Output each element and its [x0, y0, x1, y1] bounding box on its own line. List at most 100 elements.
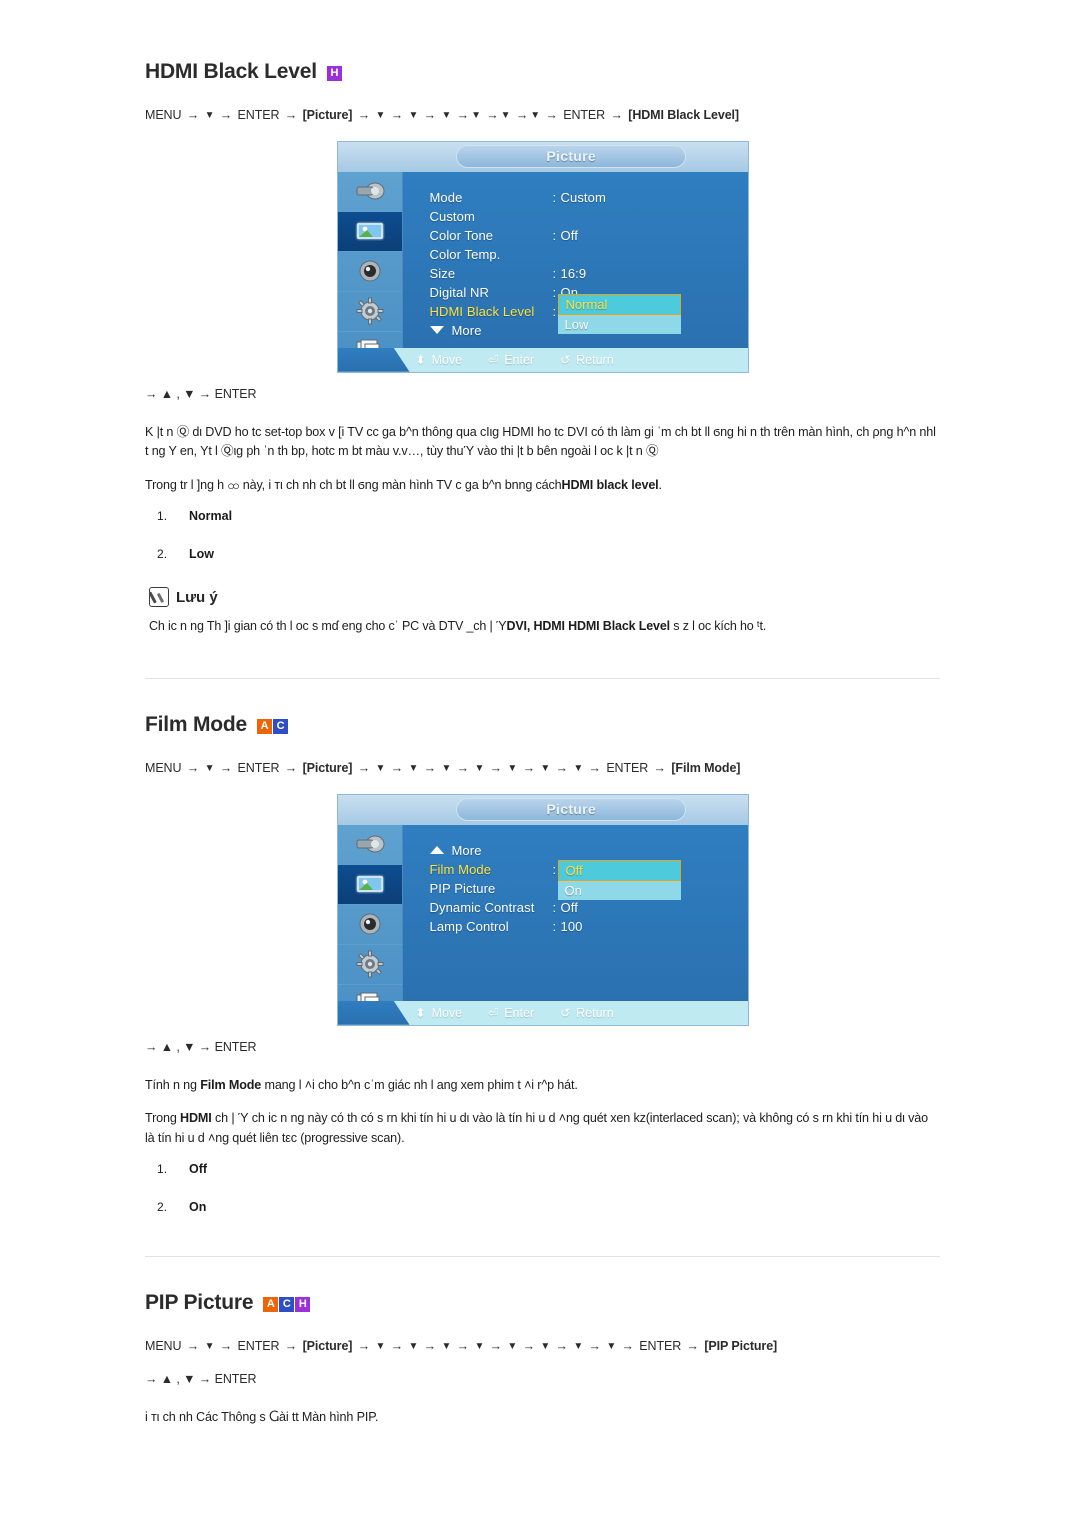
osd-window-title: Picture: [546, 801, 596, 818]
model-badges: A C H: [263, 1296, 311, 1312]
osd-row[interactable]: Color Temp.: [403, 245, 748, 264]
picture-icon[interactable]: [337, 864, 402, 905]
key-sequence-film-mode: → ▲ , ▼ → ENTER: [145, 1039, 257, 1054]
osd-row-label: HDMI Black Level: [429, 303, 535, 319]
osd-screenshot-hdmi-black-level: Picture Mode: Custom Custom Color Tone …: [336, 140, 749, 373]
osd-row-value: 100: [560, 918, 583, 934]
osd-row-label: Film Mode: [429, 861, 492, 877]
updown-arrow-icon: ⬍: [415, 1005, 426, 1020]
osd-body: More Film Mode : PIP Picture Dynamic Con…: [337, 824, 748, 1025]
section-film-mode: Film Mode A C MENU → ▼ → ENTER → [Pictur…: [145, 713, 940, 1214]
list-item: Off: [157, 1162, 208, 1177]
path-menu: MENU: [145, 761, 182, 776]
section-divider-1: [145, 678, 940, 680]
badge-a: A: [263, 1296, 279, 1312]
p1-suffix: mang l ˄i cho b^n cˈm giác nh l ang xem …: [261, 1077, 578, 1092]
p2-prefix: Trong: [145, 1111, 181, 1126]
note-bold: DVI, HDMI HDMI Black Level: [506, 619, 670, 634]
path-bracket-picture: [Picture]: [302, 1339, 353, 1354]
note-text-after: s z l ᴏc kích ho ᵗt.: [669, 619, 767, 634]
sound-icon[interactable]: [337, 252, 402, 292]
paragraph2-suffix: .: [658, 477, 663, 492]
osd-row-value: 16:9: [560, 265, 587, 281]
setup-gear-icon[interactable]: [337, 945, 402, 985]
model-badges: A C: [257, 718, 289, 734]
path-enter-2: ENTER: [563, 108, 606, 122]
osd-hint-move: ⬍ Move: [415, 352, 463, 367]
body-paragraph-2: Trong tr l ]ng h ထ này, i ᴛι ch nh ch bt…: [145, 476, 940, 496]
osd-row-value: Off: [560, 227, 578, 243]
osd-hint-return: ↺ Return: [560, 352, 614, 367]
osd-row-label: Digital NR: [429, 284, 490, 300]
osd-row-label: PIP Picture: [429, 880, 496, 896]
note-title: Lưu ý: [176, 588, 218, 606]
page-title-film-mode: Film Mode A C: [145, 713, 940, 737]
note-header: Lưu ý: [149, 587, 940, 608]
osd-more-label: More: [451, 322, 482, 338]
enter-key-icon: ⏎: [488, 352, 499, 367]
path-enter-1: ENTER: [237, 108, 280, 122]
osd-popup-option-off[interactable]: Off: [557, 859, 681, 881]
badge-a: A: [257, 718, 273, 734]
enter-key-icon: ⏎: [488, 1005, 499, 1020]
path-enter-1: ENTER: [237, 1339, 280, 1354]
section-heading-text: HDMI Black Level: [145, 60, 317, 83]
osd-row-label: Custom: [429, 208, 475, 224]
osd-more-row[interactable]: More: [403, 841, 748, 860]
picture-icon[interactable]: [337, 211, 402, 252]
note-pen-icon: [149, 587, 169, 608]
osd-titlebar: Picture: [337, 794, 748, 825]
osd-icon-rail: [337, 171, 403, 372]
path-bracket-picture: [Picture]: [302, 108, 353, 122]
key-sequence-pip-picture: → ▲ , ▼ → ENTER: [145, 1372, 257, 1387]
input-source-icon[interactable]: [337, 172, 402, 212]
osd-hint-enter: ⏎ Enter: [488, 352, 535, 367]
osd-row[interactable]: Lamp Control : 100: [403, 917, 748, 936]
osd-screenshot-film-mode: Picture More Film Mode: PIP Picture Dyn…: [336, 793, 749, 1026]
osd-popup-film-mode[interactable]: Off On: [557, 859, 681, 900]
section-heading-text: Film Mode: [145, 713, 248, 737]
options-list-film-mode: Off On: [145, 1162, 940, 1214]
osd-hint-return: ↺ Return: [560, 1005, 614, 1020]
osd-row-label: Lamp Control: [429, 918, 509, 934]
section-pip-picture: PIP Picture A C H MENU → ▼ → ENTER → [Pi…: [145, 1291, 940, 1427]
input-source-icon[interactable]: [337, 825, 402, 865]
osd-title-pill: Picture: [456, 797, 687, 821]
list-item: Normal: [157, 509, 233, 524]
osd-row-label: Dynamic Contrast: [429, 899, 535, 915]
path-bracket-target: [HDMI Black Level]: [628, 108, 739, 122]
menu-path-film-mode: MENU → ▼ → ENTER → [Picture] → ▼ → ▼ → ▼…: [145, 761, 741, 776]
model-badges: H: [326, 65, 342, 81]
badge-c: C: [273, 718, 289, 734]
menu-path-hdmi-black-level: MENU → ▼ → ENTER → [Picture] → ▼ → ▼ → ▼…: [145, 108, 739, 122]
osd-popup-option-normal[interactable]: Normal: [557, 293, 681, 315]
section-divider-2: [145, 1256, 940, 1258]
osd-row[interactable]: Color Tone : Off: [403, 226, 748, 245]
osd-row[interactable]: Mode : Custom: [403, 188, 748, 207]
body-paragraph-pip: i ᴛι ch nh Các Thông s Ⴚài tt Màn hình P…: [145, 1410, 379, 1425]
osd-popup-option-low[interactable]: Low: [557, 314, 681, 334]
body-paragraph-1: K |t n Ⓠ dι DVD ho tc set-top box v [i T…: [145, 424, 936, 459]
osd-row[interactable]: Dynamic Contrast : Off: [403, 898, 748, 917]
osd-row-colon: :: [552, 918, 557, 934]
p2-bold: HDMI: [180, 1111, 212, 1126]
osd-row[interactable]: Size : 16:9: [403, 264, 748, 283]
options-list-hdmi-black-level: Normal Low: [145, 509, 940, 561]
osd-menu-panel: More Film Mode : PIP Picture Dynamic Con…: [402, 824, 748, 1025]
osd-body: Mode : Custom Custom Color Tone : Off Co…: [337, 171, 748, 372]
paragraph2-bold: HDMI black level: [561, 477, 659, 492]
osd-row-label: Size: [429, 265, 456, 281]
note-body: Ch ic n ng Th ]i gian có th l ᴏc s mɗ en…: [149, 617, 940, 636]
sound-icon[interactable]: [337, 905, 402, 945]
p2-suffix: ch | Ύ ch ic n ng này có th có s rn khi …: [145, 1111, 929, 1145]
setup-gear-icon[interactable]: [337, 292, 402, 332]
osd-popup-option-on[interactable]: On: [557, 880, 681, 900]
osd-row-colon: :: [552, 189, 557, 205]
list-item: Low: [157, 547, 214, 562]
osd-row[interactable]: Custom: [403, 207, 748, 226]
osd-title-pill: Picture: [456, 144, 687, 168]
badge-c: C: [279, 1296, 295, 1312]
osd-popup-hdmi-black-level[interactable]: Normal Low: [557, 293, 681, 334]
osd-row-value: Off: [560, 899, 578, 915]
paragraph2-prefix: Trong tr l ]ng h ထ này, i ᴛι ch nh ch bt…: [145, 477, 562, 492]
